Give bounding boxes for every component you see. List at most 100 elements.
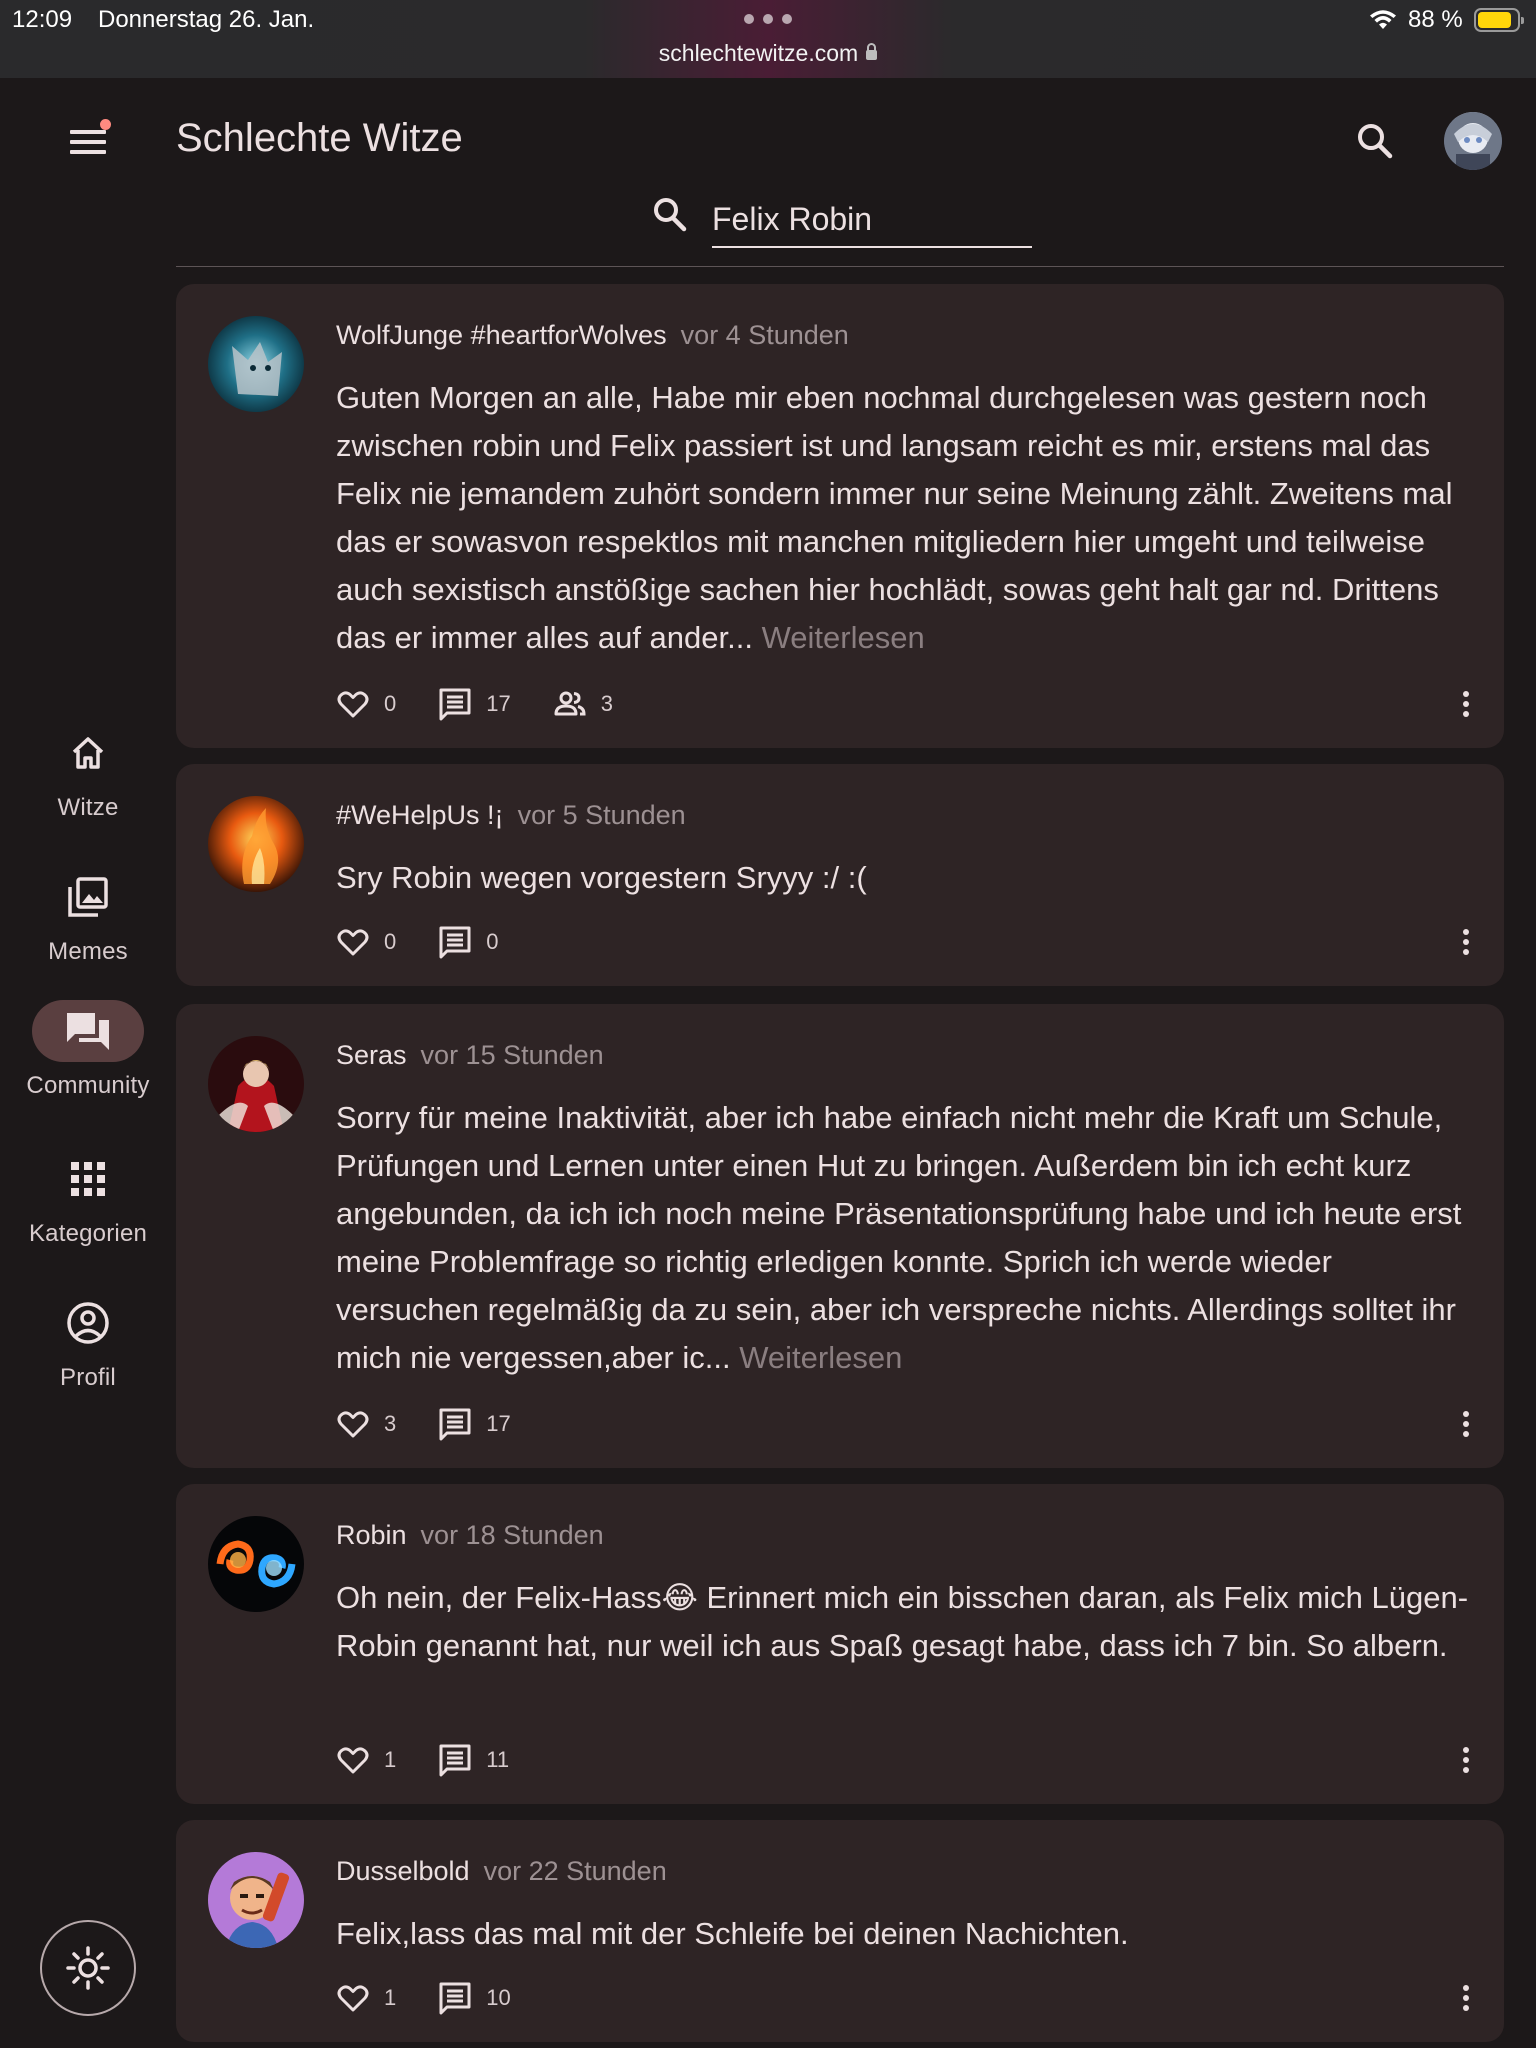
comment-icon <box>439 1744 471 1777</box>
author-avatar[interactable] <box>208 316 304 412</box>
post-card[interactable]: #WeHelpUs !¡ vor 5 Stunden Sry Robin wege… <box>176 764 1504 986</box>
like-button[interactable]: 0 <box>336 680 396 728</box>
post-card[interactable]: Robin vor 18 Stunden Oh nein, der Felix-H… <box>176 1484 1504 1804</box>
read-more-link[interactable]: Weiterlesen <box>762 620 925 655</box>
post-card[interactable]: WolfJunge #heartforWolves vor 4 Stunden G… <box>176 284 1504 748</box>
comment-button[interactable]: 0 <box>438 918 499 966</box>
post-text: Felix,lass das mal mit der Schleife bei … <box>336 1916 1129 1951</box>
post-meta: Dusselbold vor 22 Stunden <box>336 1856 667 1887</box>
like-button[interactable]: 3 <box>336 1400 396 1448</box>
forum-icon <box>67 1013 109 1050</box>
post-time: vor 18 Stunden <box>420 1520 604 1550</box>
heart-outline-icon <box>337 1747 369 1774</box>
post-card[interactable]: Seras vor 15 Stunden Sorry für meine Inak… <box>176 1004 1504 1468</box>
post-meta: WolfJunge #heartforWolves vor 4 Stunden <box>336 320 849 351</box>
like-count: 3 <box>384 1411 397 1436</box>
comment-button[interactable]: 17 <box>438 680 511 728</box>
post-actions: 1 10 <box>336 1974 553 2022</box>
lock-icon <box>866 43 878 60</box>
more-vert-icon[interactable] <box>1450 688 1482 720</box>
author-name[interactable]: Dusselbold <box>336 1856 470 1886</box>
like-count: 0 <box>384 929 397 954</box>
participant-count: 3 <box>600 691 613 716</box>
post-text: Guten Morgen an alle, Habe mir eben noch… <box>336 380 1453 655</box>
comment-button[interactable]: 17 <box>438 1400 511 1448</box>
author-avatar[interactable] <box>208 1516 304 1612</box>
app-title: Schlechte Witze <box>176 116 463 160</box>
heart-outline-icon <box>337 1985 369 2012</box>
image-gallery-icon <box>68 877 108 917</box>
post-meta: #WeHelpUs !¡ vor 5 Stunden <box>336 800 686 831</box>
menu-icon <box>70 130 106 134</box>
battery-percent: 88 % <box>1408 6 1463 33</box>
post-time: vor 22 Stunden <box>483 1856 667 1886</box>
participants-button[interactable]: 3 <box>553 680 613 728</box>
user-avatar[interactable] <box>1444 112 1502 170</box>
author-name[interactable]: Robin <box>336 1520 407 1550</box>
search-input[interactable] <box>712 192 1032 248</box>
more-vert-icon[interactable] <box>1450 926 1482 958</box>
status-date: Donnerstag 26. Jan. <box>98 6 315 33</box>
address-bar[interactable]: schlechtewitze.com <box>0 40 1536 67</box>
like-button[interactable]: 1 <box>336 1736 396 1784</box>
menu-button[interactable] <box>62 118 114 164</box>
author-name[interactable]: #WeHelpUs !¡ <box>336 800 504 830</box>
comment-count: 11 <box>486 1747 510 1772</box>
read-more-link[interactable]: Weiterlesen <box>739 1340 902 1375</box>
nav-item-witze[interactable]: Witze <box>0 722 176 832</box>
post-time: vor 5 Stunden <box>517 800 686 830</box>
more-vert-icon[interactable] <box>1450 1744 1482 1776</box>
url-text: schlechtewitze.com <box>658 40 859 66</box>
nav-item-profil[interactable]: Profil <box>0 1292 176 1402</box>
like-count: 1 <box>384 1985 397 2010</box>
post-time: vor 4 Stunden <box>680 320 849 350</box>
people-icon <box>554 691 586 716</box>
author-name[interactable]: WolfJunge #heartforWolves <box>336 320 667 350</box>
wifi-icon <box>1370 10 1396 29</box>
author-avatar[interactable] <box>208 796 304 892</box>
comment-icon <box>439 1408 471 1441</box>
post-text: Oh nein, der Felix-Hass😂 Erinnert mich e… <box>336 1580 1469 1663</box>
theme-toggle-button[interactable] <box>40 1920 136 2016</box>
post-meta: Seras vor 15 Stunden <box>336 1040 604 1071</box>
author-avatar[interactable] <box>208 1852 304 1948</box>
post-meta: Robin vor 18 Stunden <box>336 1520 604 1551</box>
avatar-image <box>1444 112 1502 170</box>
like-count: 0 <box>384 691 397 716</box>
comment-count: 17 <box>486 1411 511 1436</box>
more-vert-icon[interactable] <box>1450 1408 1482 1440</box>
heart-outline-icon <box>337 691 369 718</box>
comment-count: 17 <box>486 691 511 716</box>
battery-icon <box>1474 8 1524 32</box>
like-button[interactable]: 1 <box>336 1974 396 2022</box>
brightness-icon <box>66 1946 110 1990</box>
like-count: 1 <box>384 1747 397 1772</box>
search-icon[interactable] <box>1352 118 1398 164</box>
nav-item-kategorien[interactable]: Kategorien <box>0 1148 176 1258</box>
cartoon-avatar-image <box>208 1852 304 1948</box>
comment-button[interactable]: 10 <box>438 1974 511 2022</box>
post-actions: 0 17 3 <box>336 680 655 728</box>
nav-label-profil: Profil <box>60 1364 116 1391</box>
comment-button[interactable]: 11 <box>438 1736 509 1784</box>
heart-outline-icon <box>337 1411 369 1438</box>
comment-icon <box>439 926 471 959</box>
status-time: 12:09 <box>12 6 73 33</box>
comment-icon <box>439 1982 471 2015</box>
nav-item-memes[interactable]: Memes <box>0 866 176 976</box>
post-actions: 3 17 <box>336 1400 553 1448</box>
post-time: vor 15 Stunden <box>420 1040 604 1070</box>
comment-count: 0 <box>486 929 499 954</box>
nav-label-kategorien: Kategorien <box>28 1220 148 1247</box>
notification-dot <box>100 119 111 130</box>
post-card[interactable]: Dusselbold vor 22 Stunden Felix,lass das … <box>176 1820 1504 2042</box>
more-vert-icon[interactable] <box>1450 1982 1482 2014</box>
nav-item-community[interactable]: Community <box>0 1000 176 1110</box>
author-name[interactable]: Seras <box>336 1040 407 1070</box>
search-divider <box>176 266 1504 267</box>
more-dots-icon[interactable] <box>744 14 792 26</box>
account-circle-icon <box>67 1302 109 1344</box>
author-avatar[interactable] <box>208 1036 304 1132</box>
heart-outline-icon <box>337 929 369 956</box>
like-button[interactable]: 0 <box>336 918 396 966</box>
